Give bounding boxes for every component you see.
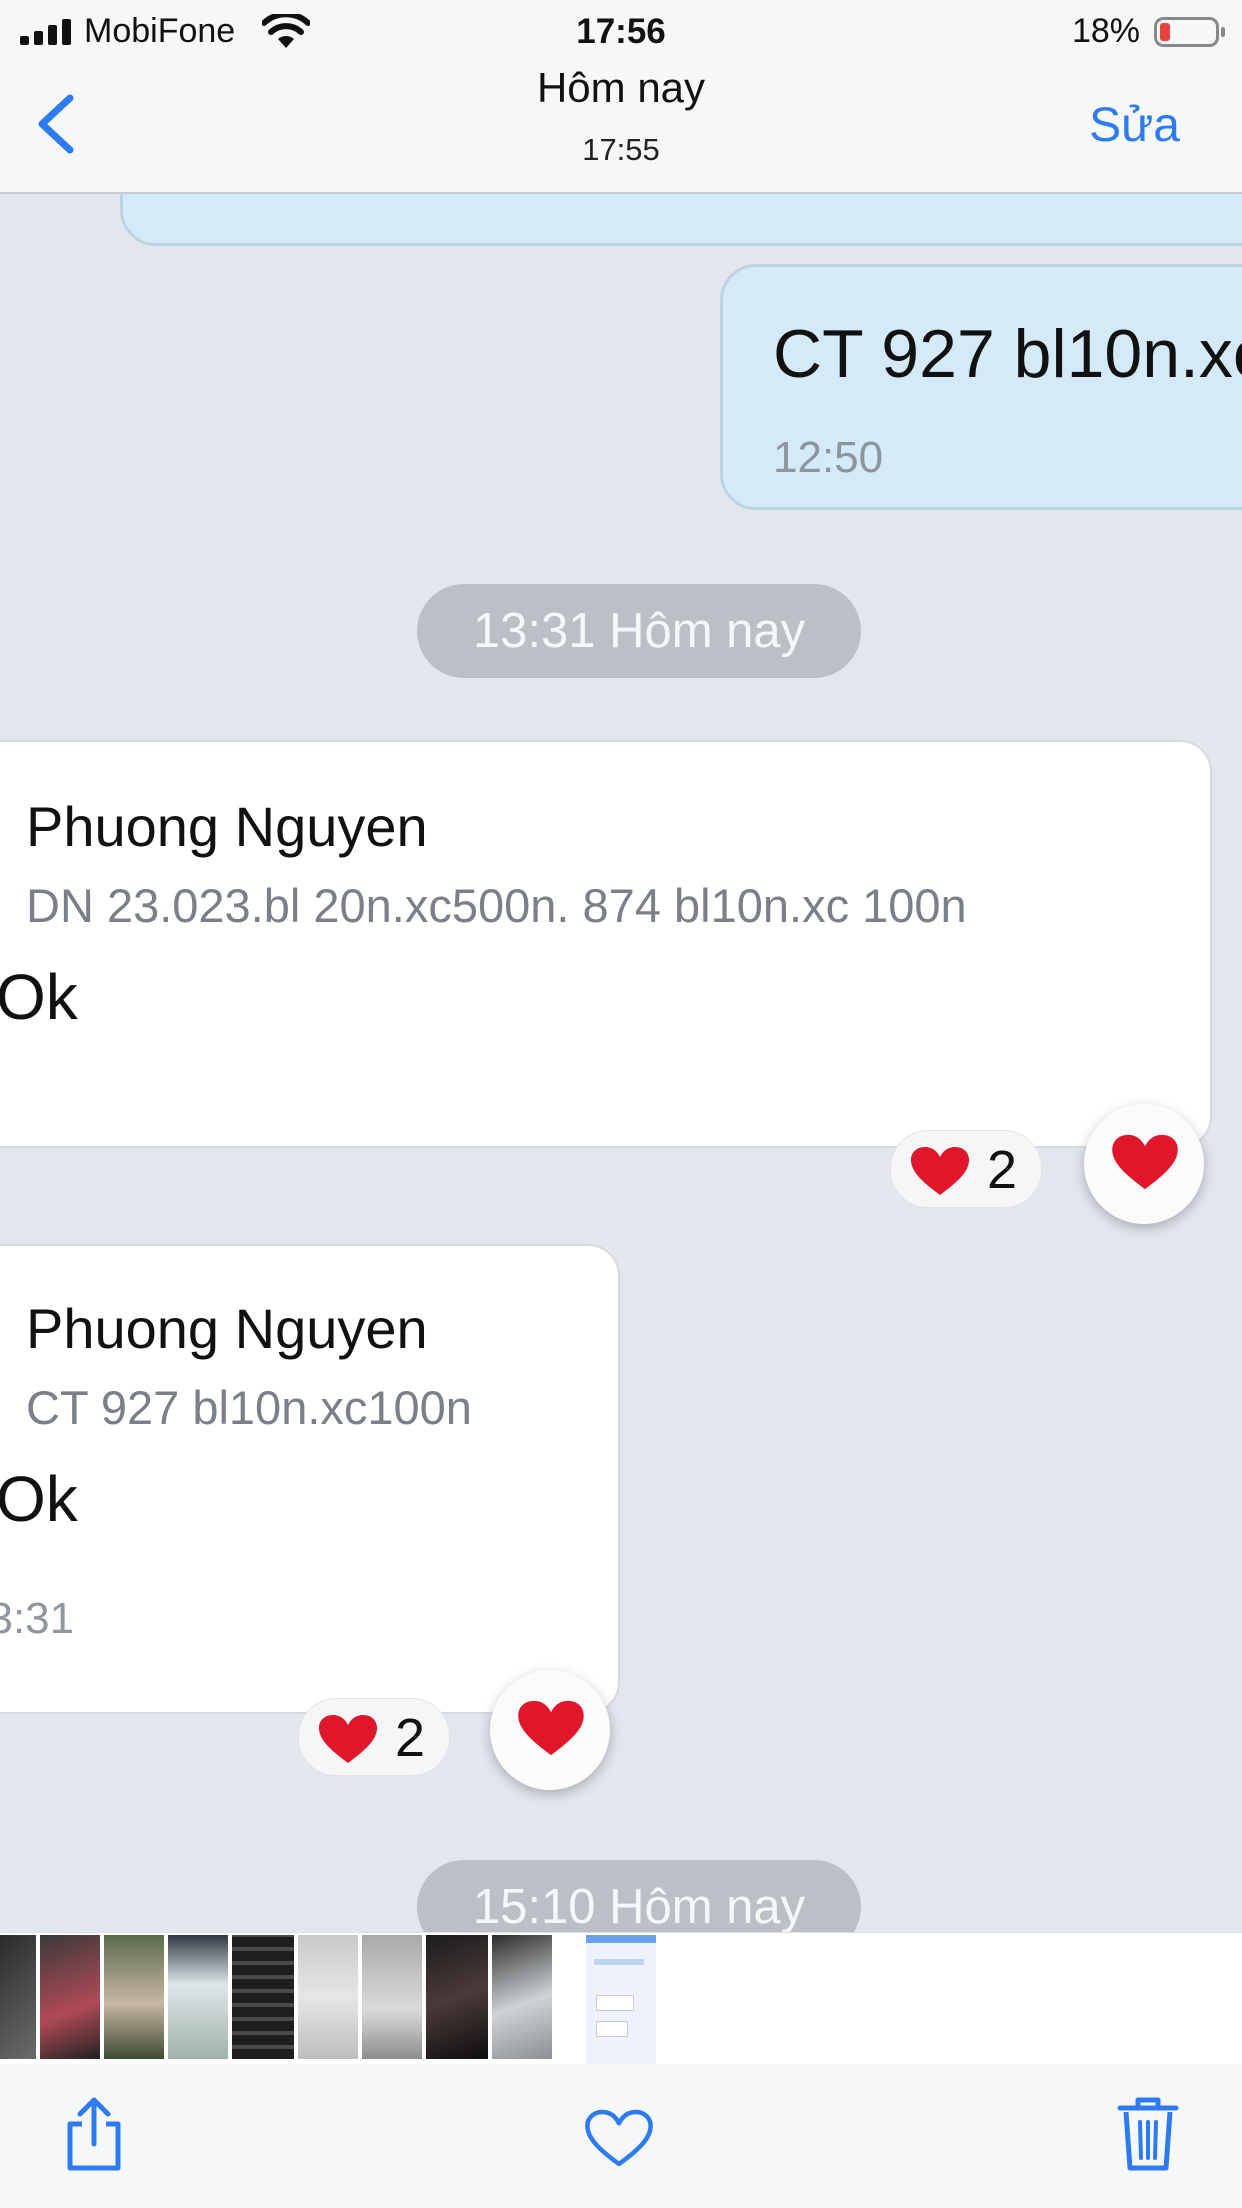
outgoing-message-bubble[interactable]: CT 927 bl10n.xc100n 12:50 bbox=[720, 264, 1242, 510]
share-icon[interactable] bbox=[62, 2094, 126, 2174]
photo-thumbnail[interactable] bbox=[426, 1935, 488, 2059]
photo-thumbnail[interactable] bbox=[298, 1935, 358, 2059]
message-time: 13:31 bbox=[0, 1594, 186, 1644]
battery-icon bbox=[1154, 17, 1225, 47]
react-heart-button[interactable] bbox=[490, 1670, 610, 1790]
incoming-message-bubble[interactable]: Phuong Nguyen DN 23.023.bl 20n.xc500n. 8… bbox=[0, 740, 1212, 1148]
thumbnail-content bbox=[594, 1959, 644, 1965]
nav-subtitle: 17:55 bbox=[582, 132, 660, 167]
heart-outline-icon[interactable] bbox=[584, 2108, 654, 2168]
heart-icon bbox=[911, 1147, 969, 1195]
photo-thumbnail[interactable] bbox=[40, 1935, 100, 2059]
message-text: Ok bbox=[0, 961, 78, 1033]
reaction-count: 2 bbox=[395, 1708, 426, 1768]
quoted-sender-name: Phuong Nguyen bbox=[26, 795, 428, 858]
reaction-count: 2 bbox=[987, 1140, 1018, 1200]
thumbnail-content bbox=[596, 1995, 634, 2011]
battery-percentage: 18% bbox=[1071, 12, 1140, 50]
date-separator: 15:10 Hôm nay bbox=[417, 1860, 861, 1932]
heart-icon bbox=[518, 1700, 584, 1756]
photo-thumbnail[interactable] bbox=[104, 1935, 164, 2059]
heart-icon bbox=[1112, 1134, 1178, 1190]
photo-thumbnail[interactable] bbox=[232, 1935, 294, 2059]
photo-thumbnail[interactable] bbox=[362, 1935, 422, 2059]
photo-thumbnail[interactable] bbox=[0, 1935, 36, 2059]
photo-thumbnail[interactable] bbox=[168, 1935, 228, 2059]
previous-outgoing-bubble bbox=[120, 192, 1242, 246]
top-bar: MobiFone 17:56 18% Hôm nay 17:55 Sửa bbox=[0, 0, 1242, 194]
quoted-sender-name: Phuong Nguyen bbox=[26, 1297, 428, 1360]
photo-thumbnail-strip[interactable] bbox=[0, 1932, 1242, 2067]
photo-thumbnail[interactable] bbox=[492, 1935, 552, 2059]
edit-button[interactable]: Sửa bbox=[1089, 98, 1180, 153]
selected-photo-thumbnail[interactable] bbox=[586, 1935, 656, 2067]
quoted-message-text: CT 927 bl10n.xc100n bbox=[26, 1381, 472, 1434]
status-time: 17:56 bbox=[576, 12, 666, 51]
reaction-summary[interactable]: 2 bbox=[298, 1698, 450, 1776]
date-separator: 13:31 Hôm nay bbox=[417, 584, 861, 678]
bottom-toolbar bbox=[0, 2064, 1242, 2208]
status-bar: MobiFone 17:56 18% bbox=[0, 0, 1242, 62]
outgoing-message-time: 12:50 bbox=[773, 433, 884, 482]
react-heart-button[interactable] bbox=[1084, 1104, 1204, 1224]
trash-icon[interactable] bbox=[1116, 2094, 1180, 2174]
quoted-message-text: DN 23.023.bl 20n.xc500n. 874 bl10n.xc 10… bbox=[26, 879, 967, 932]
incoming-message-bubble[interactable]: Phuong Nguyen CT 927 bl10n.xc100n Ok 13:… bbox=[0, 1244, 620, 1714]
nav-title: Hôm nay bbox=[536, 64, 706, 111]
reaction-summary[interactable]: 2 bbox=[890, 1130, 1042, 1208]
heart-icon bbox=[319, 1715, 377, 1763]
outgoing-message-text: CT 927 bl10n.xc100n bbox=[773, 316, 1242, 392]
message-time-text: 13:31 bbox=[0, 1594, 75, 1643]
message-text: Ok bbox=[0, 1463, 78, 1535]
thumbnail-content bbox=[596, 2021, 628, 2037]
chat-area[interactable]: CT 927 bl10n.xc100n 12:50 13:31 Hôm nay … bbox=[0, 192, 1242, 1932]
